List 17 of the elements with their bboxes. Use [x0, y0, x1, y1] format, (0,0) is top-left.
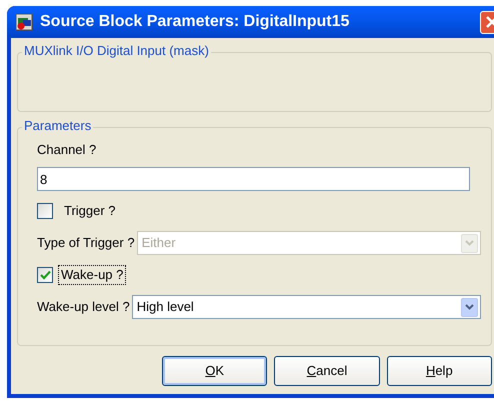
field-label: Type of Trigger ?: [37, 234, 135, 252]
checkbox[interactable]: [37, 267, 53, 283]
dialog-button[interactable]: Cancel: [274, 356, 380, 386]
dialog-button[interactable]: Help: [386, 356, 492, 386]
dropdown-field[interactable]: High level: [132, 295, 481, 319]
dropdown-value: High level: [136, 298, 194, 316]
window-title: Source Block Parameters: DigitalInput15: [40, 12, 350, 32]
group-title: MUXlink I/O Digital Input (mask): [22, 43, 211, 59]
checkbox-label: Wake-up ?: [58, 265, 126, 285]
checkbox[interactable]: [37, 203, 53, 219]
checkbox-label: Trigger ?: [63, 202, 117, 220]
app-icon: [15, 13, 33, 31]
field-label: Channel ?: [37, 142, 96, 158]
field-label: Wake-up level ?: [37, 298, 130, 316]
text-field[interactable]: 8: [37, 167, 470, 191]
dropdown-value: Either: [142, 234, 176, 252]
dialog-button[interactable]: OK: [162, 356, 268, 386]
